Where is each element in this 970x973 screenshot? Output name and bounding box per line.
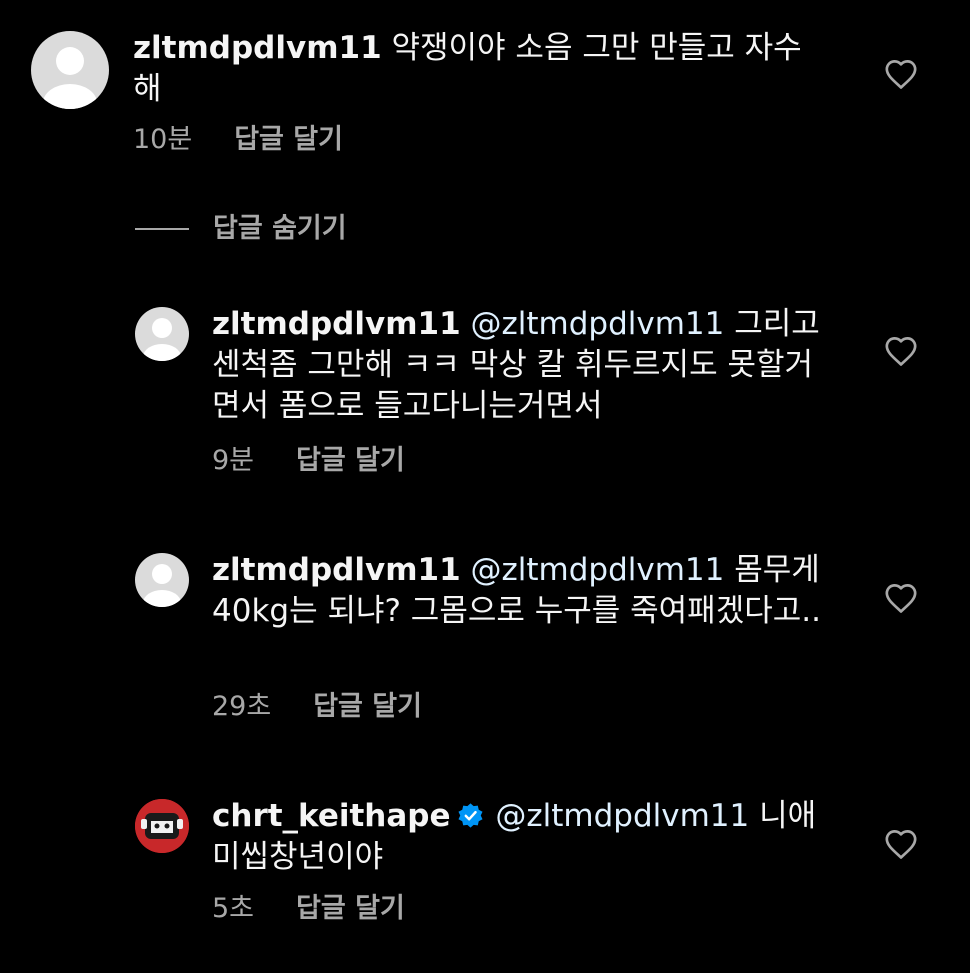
timestamp: 10분 bbox=[133, 124, 193, 155]
hide-replies-button[interactable]: 답글 숨기기 bbox=[135, 212, 347, 246]
avatar[interactable] bbox=[135, 799, 189, 853]
reply-button[interactable]: 답글 달기 bbox=[234, 123, 343, 157]
comment-text: zltmdpdlvm11 @zltmdpdlvm11 몸무게 40kg는 되냐?… bbox=[212, 550, 822, 632]
avatar[interactable] bbox=[31, 31, 109, 109]
username[interactable]: zltmdpdlvm11 bbox=[212, 306, 461, 342]
username[interactable]: chrt_keithape bbox=[212, 798, 451, 834]
person-silhouette-icon bbox=[143, 318, 181, 361]
heart-icon[interactable] bbox=[884, 58, 918, 90]
comment-meta: 9분 답글 달기 bbox=[212, 444, 405, 478]
comment-text: zltmdpdlvm11 약쟁이야 소음 그만 만들고 자수해 bbox=[133, 28, 823, 110]
divider bbox=[135, 228, 189, 230]
mention-link[interactable]: @zltmdpdlvm11 bbox=[495, 798, 749, 834]
person-silhouette-icon bbox=[143, 564, 181, 607]
comment-meta: 5초 답글 달기 bbox=[212, 892, 405, 926]
comment-text: zltmdpdlvm11 @zltmdpdlvm11 그리고 센척좀 그만해 ㅋ… bbox=[212, 304, 822, 427]
timestamp: 9분 bbox=[212, 445, 255, 476]
comment-meta: 29초 답글 달기 bbox=[212, 690, 422, 724]
reply-button[interactable]: 답글 달기 bbox=[296, 892, 405, 926]
username[interactable]: zltmdpdlvm11 bbox=[133, 30, 382, 66]
heart-icon[interactable] bbox=[884, 335, 918, 367]
heart-icon[interactable] bbox=[884, 828, 918, 860]
avatar[interactable] bbox=[135, 553, 189, 607]
person-silhouette-icon bbox=[43, 47, 97, 109]
timestamp: 5초 bbox=[212, 893, 255, 924]
reply-button[interactable]: 답글 달기 bbox=[296, 444, 405, 478]
comment-meta: 10분 답글 달기 bbox=[133, 123, 343, 157]
avatar[interactable] bbox=[135, 307, 189, 361]
mention-link[interactable]: @zltmdpdlvm11 bbox=[471, 306, 725, 342]
mention-link[interactable]: @zltmdpdlvm11 bbox=[471, 552, 725, 588]
username[interactable]: zltmdpdlvm11 bbox=[212, 552, 461, 588]
timestamp: 29초 bbox=[212, 691, 272, 722]
comment-text: chrt_keithape @zltmdpdlvm11 니애미씹창년이야 bbox=[212, 796, 822, 878]
verified-badge-icon bbox=[458, 803, 483, 828]
reply-button[interactable]: 답글 달기 bbox=[313, 690, 422, 724]
profile-picture-icon bbox=[135, 799, 189, 853]
hide-replies-label: 답글 숨기기 bbox=[213, 213, 347, 244]
heart-icon[interactable] bbox=[884, 582, 918, 614]
